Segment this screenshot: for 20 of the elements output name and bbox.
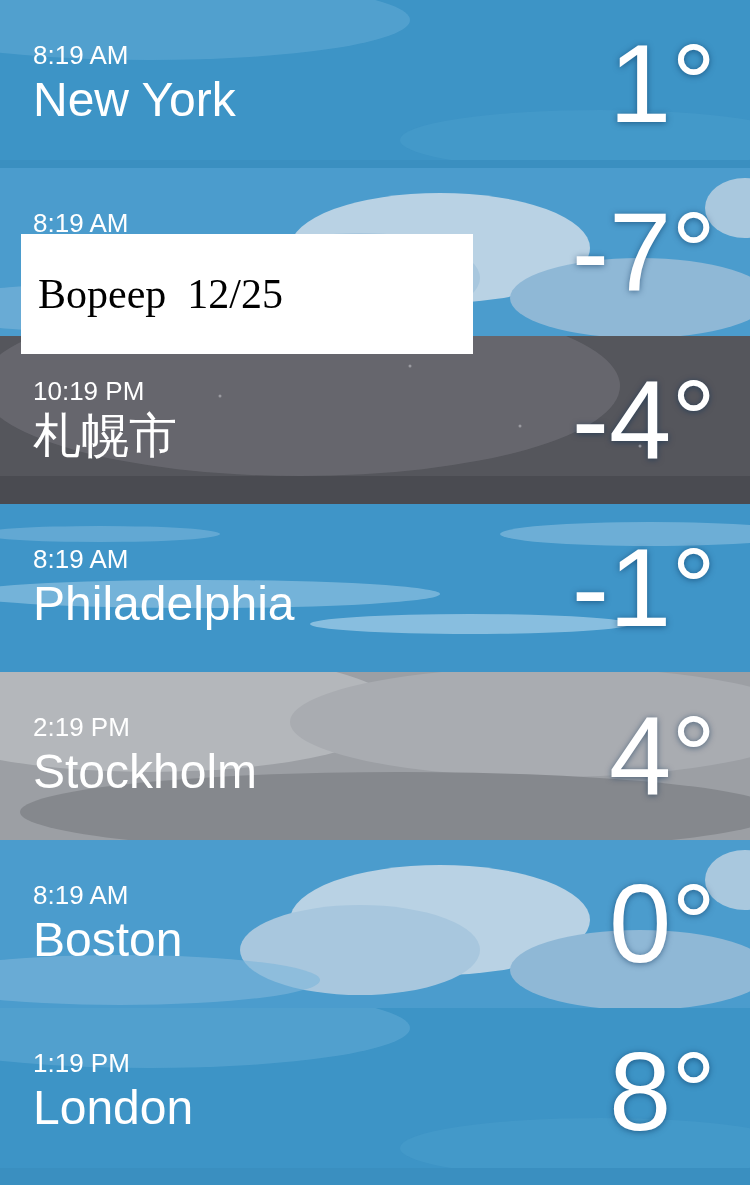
local-time: 8:19 AM bbox=[33, 544, 130, 574]
temperature: -1° bbox=[571, 532, 716, 644]
city-name: 札幌市 bbox=[33, 408, 177, 464]
temperature: -7° bbox=[571, 196, 716, 308]
temperature: 1° bbox=[608, 28, 716, 140]
name-label: Bopeep 12/25 bbox=[21, 234, 473, 354]
local-time: 8:19 AM bbox=[33, 40, 130, 70]
temperature: 8° bbox=[608, 1036, 716, 1148]
local-time: 8:19 AM bbox=[33, 880, 130, 910]
temperature: 4° bbox=[608, 700, 716, 812]
city-name: Stockholm bbox=[33, 744, 258, 800]
city-name: Boston bbox=[33, 912, 183, 968]
temperature: -4° bbox=[571, 364, 716, 476]
local-time: 1:19 PM bbox=[33, 1048, 131, 1078]
local-time: 2:19 PM bbox=[33, 712, 131, 742]
temperature: 0° bbox=[608, 868, 716, 980]
city-name: New York bbox=[33, 72, 236, 128]
city-name: Philadelphia bbox=[33, 576, 295, 632]
local-time: 10:19 PM bbox=[33, 376, 146, 406]
city-name: London bbox=[33, 1080, 194, 1136]
